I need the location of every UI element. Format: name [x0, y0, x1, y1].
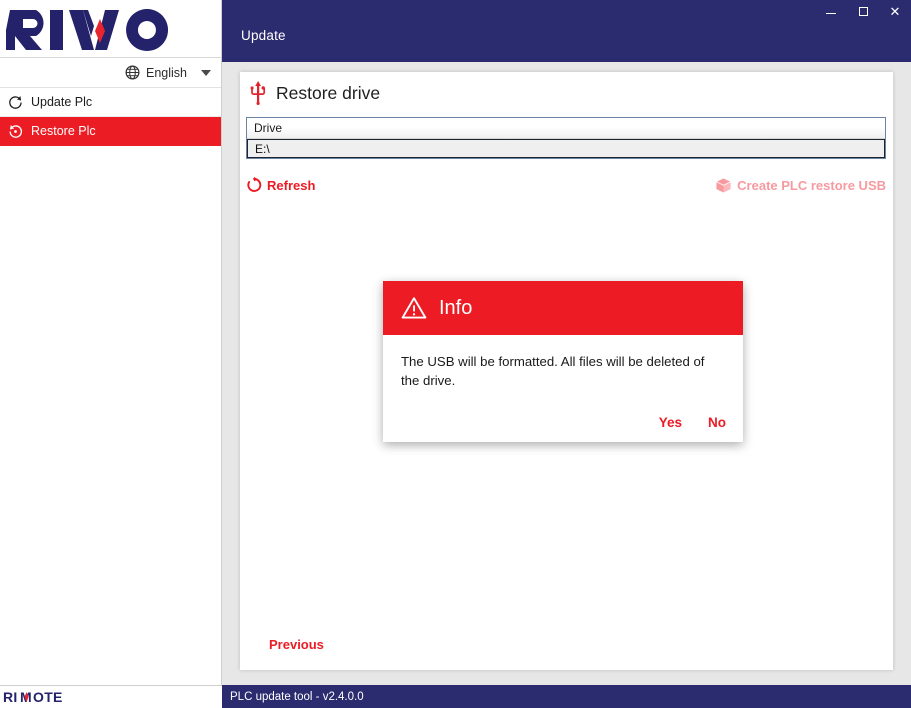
- warning-triangle-icon: [401, 297, 427, 319]
- brand-logo: [0, 0, 221, 58]
- language-label: English: [146, 65, 187, 80]
- window-controls: ✕: [815, 0, 911, 22]
- page-title: Restore drive: [276, 82, 381, 103]
- status-bar-text: PLC update tool - v2.4.0.0: [230, 690, 364, 703]
- language-selector[interactable]: English: [0, 58, 221, 88]
- maximize-button[interactable]: [847, 0, 879, 22]
- drive-grid-header[interactable]: Drive: [247, 118, 885, 139]
- title-bar: ✕ Update: [222, 0, 911, 62]
- dialog-actions: Yes No: [659, 415, 726, 430]
- sidebar: English Update Plc Restore Plc RI M: [0, 0, 222, 708]
- chevron-down-icon[interactable]: [201, 69, 211, 76]
- sidebar-item-label: Update Plc: [31, 95, 93, 109]
- previous-button[interactable]: Previous: [269, 637, 324, 652]
- create-plc-restore-usb-button[interactable]: Create PLC restore USB: [715, 177, 886, 194]
- status-bar: PLC update tool - v2.4.0.0: [222, 685, 911, 708]
- application-window: English Update Plc Restore Plc RI M: [0, 0, 911, 708]
- window-title: Update: [241, 28, 286, 43]
- update-circular-arrow-icon: [9, 95, 22, 109]
- sidebar-footer: RI M OTE RIMOTE: [0, 685, 222, 708]
- column-header-drive: Drive: [254, 121, 283, 135]
- sidebar-item-label: Restore Plc: [31, 124, 96, 138]
- content-area: Restore drive Drive E:\ Refresh Create P…: [222, 62, 911, 686]
- sidebar-item-update-plc[interactable]: Update Plc: [0, 88, 221, 117]
- refresh-label: Refresh: [267, 177, 316, 193]
- restore-counterclockwise-arrow-icon: [9, 124, 23, 138]
- drive-cell-value: E:\: [255, 141, 270, 156]
- rimote-logo-icon: RI M OTE: [3, 689, 63, 705]
- action-row: Refresh Create PLC restore USB: [246, 172, 886, 198]
- riwo-logo-icon: [6, 8, 169, 51]
- refresh-icon: [247, 177, 262, 192]
- usb-icon: [250, 81, 266, 105]
- svg-text:OTE: OTE: [33, 689, 63, 705]
- dialog-yes-button[interactable]: Yes: [659, 415, 682, 430]
- box-package-icon: [715, 177, 733, 193]
- info-dialog: Info The USB will be formatted. All file…: [383, 281, 743, 442]
- drive-grid-row[interactable]: E:\: [247, 139, 885, 158]
- close-icon: ✕: [889, 3, 901, 19]
- svg-text:RI: RI: [3, 689, 18, 705]
- sidebar-item-restore-plc[interactable]: Restore Plc: [0, 117, 221, 146]
- drive-grid: Drive E:\: [246, 117, 886, 159]
- minimize-button[interactable]: [815, 0, 847, 22]
- minimize-icon: [826, 12, 836, 14]
- page-header: Restore drive: [249, 81, 380, 105]
- refresh-button[interactable]: Refresh: [246, 177, 315, 193]
- dialog-no-button[interactable]: No: [708, 415, 726, 430]
- dialog-title: Info: [439, 296, 473, 319]
- maximize-icon: [858, 6, 868, 16]
- globe-icon: [125, 65, 140, 80]
- dialog-header: Info: [383, 281, 743, 335]
- dialog-message: The USB will be formatted. All files wil…: [401, 354, 705, 389]
- close-button[interactable]: ✕: [879, 0, 911, 22]
- create-usb-label: Create PLC restore USB: [737, 177, 886, 193]
- main-window: ✕ Update Restore drive Drive E:\ Refresh…: [222, 0, 911, 708]
